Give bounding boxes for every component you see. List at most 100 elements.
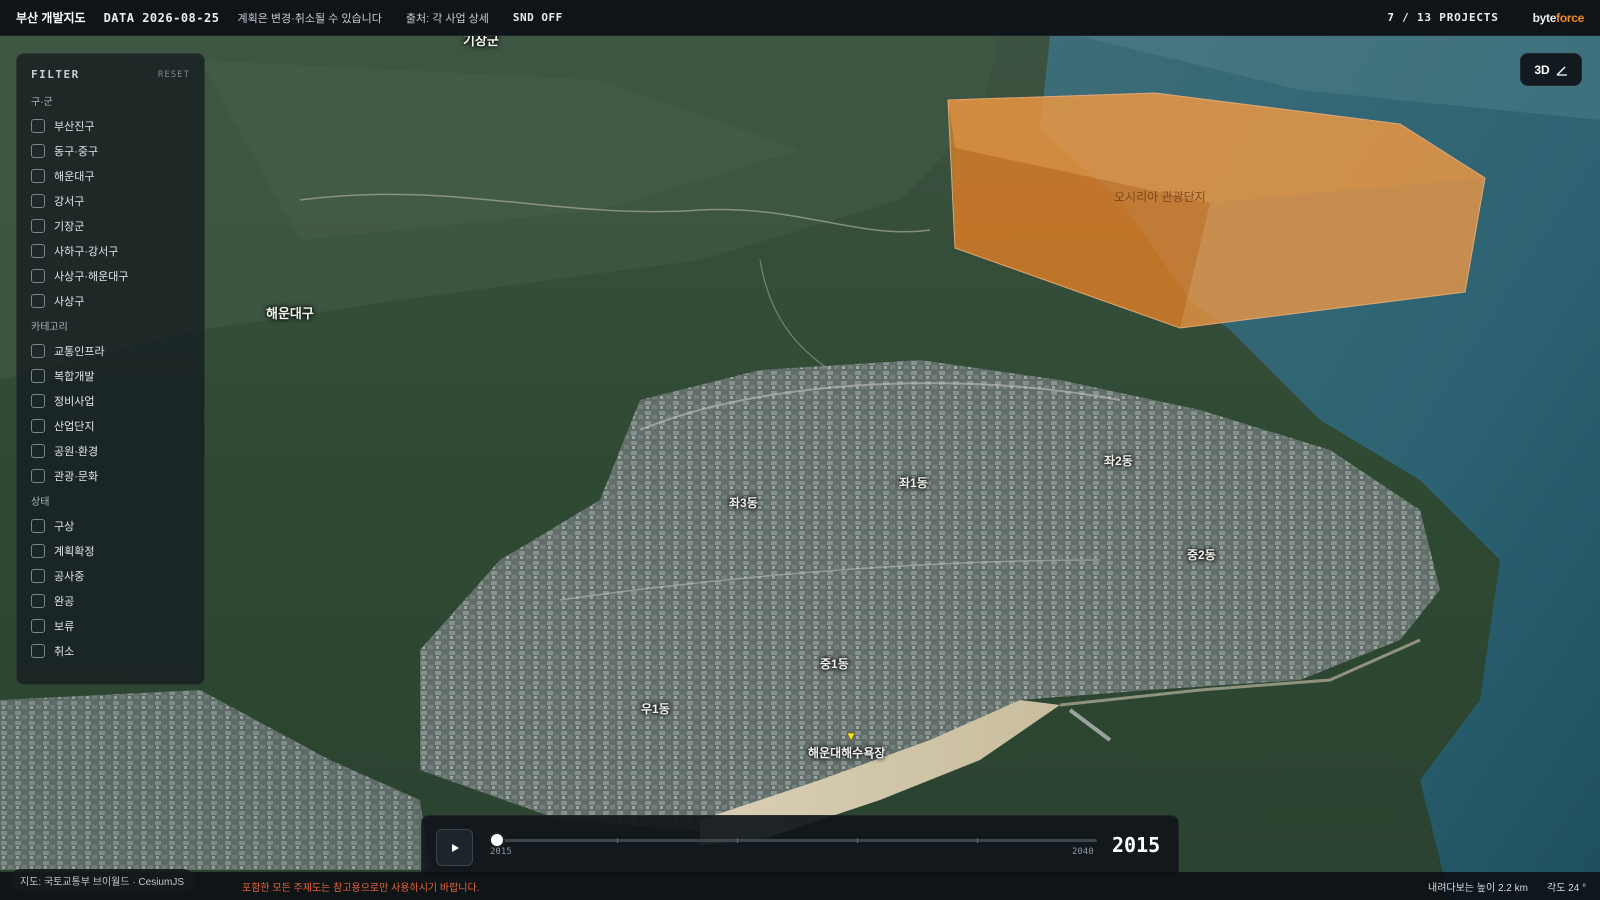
filter-option-label: 구상 [54,520,75,533]
reset-button[interactable]: RESET [158,70,190,80]
filter-option[interactable]: 복합개발 [31,363,190,388]
filter-option-label: 관광·문화 [54,470,99,483]
filter-option[interactable]: 구상 [31,513,190,538]
project-polygon-label: 오시리아 관광단지 [1114,190,1206,204]
filter-option-label: 기장군 [54,220,85,233]
filter-option-label: 계획확정 [54,545,95,558]
timeline-end-year: 2040 [1072,847,1094,857]
filter-title: FILTER [31,68,80,81]
filter-option[interactable]: 사하구·강서구 [31,238,190,263]
map-label-u1: 우1동 [641,702,670,716]
filter-option[interactable]: 교통인프라 [31,338,190,363]
filter-option-label: 사상구 [54,295,85,308]
camera-tilt: 각도 24 ° [1547,883,1587,894]
filter-option[interactable]: 완공 [31,588,190,613]
filter-section-label: 상태 [31,497,50,508]
timeline-tick [737,838,738,843]
filter-option[interactable]: 사상구·해운대구 [31,263,190,288]
filter-checkbox[interactable] [31,368,45,383]
timeline-slider[interactable] [489,832,1097,848]
filter-option[interactable]: 관광·문화 [31,463,190,488]
view-mode-toggle[interactable]: 3D [1520,53,1582,86]
play-icon [451,843,459,852]
filter-checkbox[interactable] [31,418,45,433]
filter-option[interactable]: 공사중 [31,563,190,588]
filter-option[interactable]: 산업단지 [31,413,190,438]
filter-checkbox[interactable] [31,243,45,258]
play-button[interactable] [436,829,473,866]
camera-altitude: 내려다보는 높이 2.2 km [1428,883,1528,894]
terrain-illustration [0,36,1600,900]
filter-checkbox[interactable] [31,293,45,308]
filter-checkbox[interactable] [31,393,45,408]
map-attribution[interactable]: 지도: 국토교통부 브이월드 · CesiumJS [10,869,194,891]
filter-option[interactable]: 계획확정 [31,538,190,563]
filter-option[interactable]: 정비사업 [31,388,190,413]
timeline-tick [617,838,618,843]
filter-checkbox[interactable] [31,568,45,583]
filter-option-label: 보류 [54,620,75,633]
map-label-beach: 해운대해수욕장 [808,746,886,760]
change-notice: 계획은 변경·취소될 수 있습니다 [237,12,382,25]
filter-option-label: 해운대구 [54,170,95,183]
filter-panel: FILTER RESET 구·군 부산진구 동구·중구 해운대구 강서구 기장군 사하구·강… [16,53,205,685]
top-bar: 부산 개발지도 DATA 2026-08-25 계획은 변경·취소될 수 있습니… [0,0,1600,36]
logo-main-text: byte [1532,10,1557,25]
filter-option[interactable]: 동구·중구 [31,138,190,163]
filter-checkbox[interactable] [31,518,45,533]
filter-checkbox[interactable] [31,643,45,658]
filter-option[interactable]: 사상구 [31,288,190,313]
timeline-slider-thumb[interactable] [489,832,505,848]
source-note: 출처: 각 사업 상세 [405,12,489,25]
filter-option-label: 동구·중구 [54,145,99,158]
filter-section-label: 카테고리 [31,322,68,333]
disclaimer-text: 포함한 모든 주제도는 참고용으로만 사용하시기 바랍니다. [242,883,480,894]
filter-checkbox[interactable] [31,193,45,208]
timeline-tick [977,838,978,843]
filter-option-label: 사하구·강서구 [54,245,119,258]
map-label-jwa2: 좌2동 [1104,454,1133,468]
brand-logo[interactable]: byteforce [1532,10,1585,25]
filter-checkbox[interactable] [31,593,45,608]
filter-option[interactable]: 보류 [31,613,190,638]
map-label-jwa3: 좌3동 [729,496,758,510]
filter-checkbox[interactable] [31,168,45,183]
filter-option-label: 정비사업 [54,395,95,408]
filter-option[interactable]: 부산진구 [31,113,190,138]
map-viewport[interactable]: 기장군 해운대구 좌1동 좌2동 좌3동 중1동 중2동 우1동 해운대해수욕장… [0,0,1600,900]
filter-option-label: 사상구·해운대구 [54,270,129,283]
status-bar [0,872,1600,900]
filter-checkbox[interactable] [31,343,45,358]
timeline-tick [857,838,858,843]
timeline-current-year: 2015 [1112,833,1161,857]
sound-toggle[interactable]: SND OFF [513,11,563,24]
filter-checkbox[interactable] [31,268,45,283]
filter-option[interactable]: 기장군 [31,213,190,238]
project-count: 7 / 13 PROJECTS [1387,11,1499,24]
filter-option-label: 교통인프라 [54,345,105,358]
filter-option[interactable]: 해운대구 [31,163,190,188]
map-label-jwa1: 좌1동 [899,476,928,490]
filter-checkbox[interactable] [31,118,45,133]
filter-option[interactable]: 강서구 [31,188,190,213]
filter-checkbox[interactable] [31,468,45,483]
filter-option[interactable]: 취소 [31,638,190,663]
filter-checkbox[interactable] [31,543,45,558]
tilt-angle-icon [1556,66,1567,76]
filter-option-label: 부산진구 [54,120,95,133]
filter-checkbox[interactable] [31,443,45,458]
beach-pin-icon[interactable] [846,732,856,742]
filter-checkbox[interactable] [31,143,45,158]
timeline-panel: 2015 2040 2015 [421,815,1179,878]
filter-option-label: 복합개발 [54,370,95,383]
attribution-text: 지도: 국토교통부 브이월드 · CesiumJS [20,876,184,888]
filter-checkbox[interactable] [31,618,45,633]
logo-accent-text: force [1556,10,1584,25]
filter-checkbox[interactable] [31,218,45,233]
filter-option-label: 공원·환경 [54,445,99,458]
filter-option-label: 강서구 [54,195,85,208]
view-mode-label: 3D [1534,62,1550,77]
filter-option[interactable]: 공원·환경 [31,438,190,463]
app-title: 부산 개발지도 [16,11,86,25]
filter-option-label: 산업단지 [54,420,95,433]
